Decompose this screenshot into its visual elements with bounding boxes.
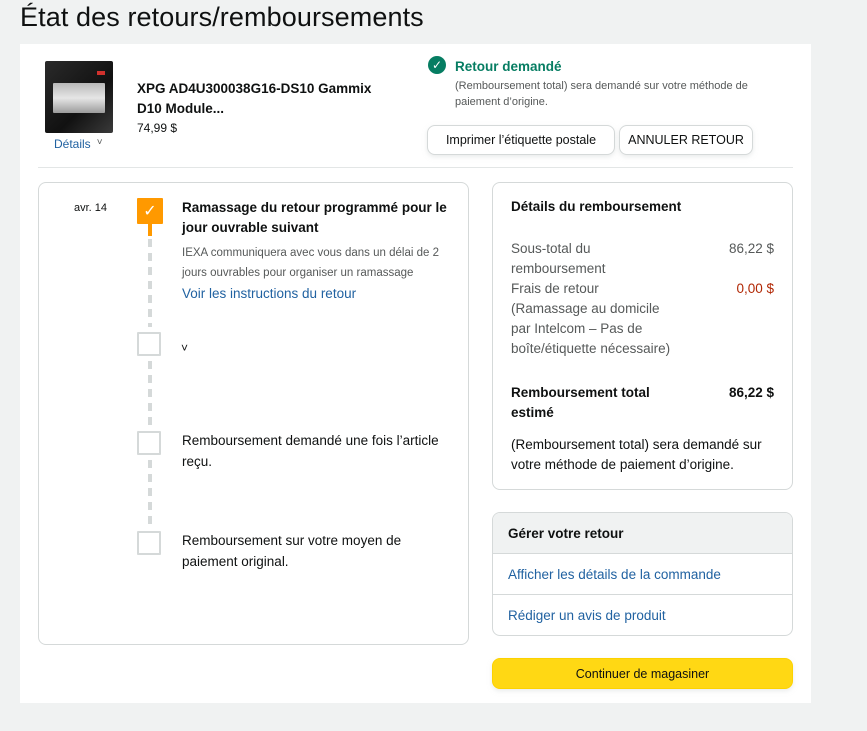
refund-details-heading: Détails du remboursement bbox=[511, 199, 682, 214]
return-status-description: (Remboursement total) sera demandé sur v… bbox=[455, 80, 748, 108]
refund-subtotal-label: Sous-total du remboursement bbox=[511, 241, 606, 276]
return-fee-value: 0,00 $ bbox=[736, 281, 774, 296]
timeline-step-refund-issued: Remboursement sur votre moyen de paiemen… bbox=[182, 533, 402, 569]
chevron-down-icon: ˅ bbox=[96, 136, 103, 148]
details-label: Détails bbox=[54, 137, 91, 151]
timeline-date: avr. 14 bbox=[74, 202, 108, 214]
timeline-connector bbox=[148, 460, 152, 530]
product-price: 74,99 $ bbox=[137, 121, 178, 135]
refund-total-value: 86,22 $ bbox=[728, 385, 774, 400]
manage-return-heading: Gérer votre retour bbox=[493, 513, 792, 554]
view-order-details-link[interactable]: Afficher les détails de la commande bbox=[493, 554, 792, 595]
brand-mark bbox=[97, 71, 105, 75]
continue-shopping-button[interactable]: Continuer de magasiner bbox=[492, 658, 793, 689]
check-circle-icon: ✓ bbox=[428, 56, 446, 74]
timeline-step-checkbox bbox=[137, 531, 161, 555]
return-fee-label: Frais de retour (Ramassage au domicile p… bbox=[511, 281, 671, 356]
timeline-connector bbox=[148, 239, 152, 327]
timeline-step-pickup-title: Ramassage du retour programmé pour le jo… bbox=[182, 200, 447, 235]
refund-subtotal-value: 86,22 $ bbox=[728, 241, 774, 256]
product-title[interactable]: XPG AD4U300038G16-DS10 Gammix D10 Module… bbox=[137, 79, 397, 119]
ram-module-graphic bbox=[53, 83, 105, 113]
manage-return-panel: Gérer votre retour Afficher les détails … bbox=[492, 512, 793, 636]
return-timeline: avr. 14 ✓ Ramassage du retour programmé … bbox=[38, 182, 469, 645]
timeline-step-checkbox bbox=[137, 431, 161, 455]
refund-total-label: Remboursement total estimé bbox=[511, 385, 650, 420]
write-review-link[interactable]: Rédiger un avis de produit bbox=[493, 595, 792, 635]
timeline-progress-bar bbox=[148, 224, 152, 236]
return-status-card: Détails ˅ XPG AD4U300038G16-DS10 Gammix … bbox=[20, 44, 811, 703]
chevron-down-icon[interactable]: ˅ bbox=[181, 341, 188, 355]
refund-method-note: (Remboursement total) sera demandé sur v… bbox=[511, 437, 762, 472]
cancel-return-button[interactable]: ANNULER RETOUR bbox=[619, 125, 753, 155]
return-instructions-link[interactable]: Voir les instructions du retour bbox=[182, 286, 356, 301]
timeline-step-refund-requested: Remboursement demandé une fois l’article… bbox=[182, 433, 439, 469]
checkbox-checked-icon: ✓ bbox=[137, 198, 163, 224]
timeline-connector bbox=[148, 361, 152, 431]
product-details-toggle[interactable]: Détails ˅ bbox=[54, 136, 103, 152]
print-label-button[interactable]: Imprimer l’étiquette postale bbox=[427, 125, 615, 155]
return-status-title: Retour demandé bbox=[455, 59, 562, 74]
refund-details-panel: Détails du remboursement Sous-total du r… bbox=[492, 182, 793, 490]
product-image[interactable] bbox=[45, 61, 113, 133]
divider bbox=[38, 167, 793, 168]
timeline-step-checkbox bbox=[137, 332, 161, 356]
page-title: État des retours/remboursements bbox=[20, 2, 424, 32]
timeline-step-pickup-description: IEXA communiquera avec vous dans un déla… bbox=[182, 247, 439, 279]
